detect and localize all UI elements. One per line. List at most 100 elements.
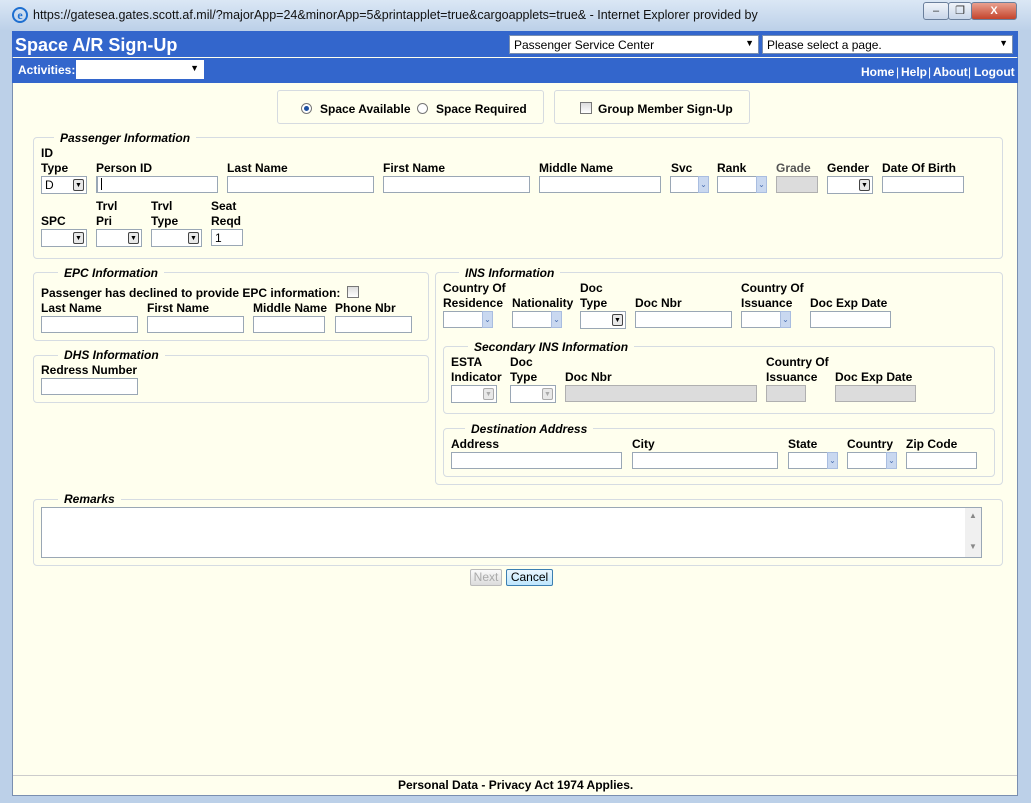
dob-label: Date Of Birth <box>882 161 957 175</box>
epc-first-name-input[interactable] <box>147 316 244 333</box>
doc-type-select[interactable]: ▼ <box>580 311 626 329</box>
trvl-type-label: Trvl Type <box>151 199 179 228</box>
country-select[interactable]: ⌄ <box>847 452 897 469</box>
grade-input <box>776 176 818 193</box>
svc-select[interactable]: ⌄ <box>670 176 709 193</box>
ie-icon: e <box>12 7 28 23</box>
residence-select[interactable]: ⌄ <box>443 311 493 328</box>
state-select[interactable]: ⌄ <box>788 452 838 469</box>
cancel-button[interactable]: Cancel <box>506 569 553 586</box>
scroll-down-icon: ▼ <box>969 542 977 551</box>
chevron-down-icon: ⌄ <box>698 176 709 193</box>
space-required-radio[interactable] <box>417 103 428 114</box>
dhs-legend: DHS Information <box>58 348 165 362</box>
address-label: Address <box>451 437 500 451</box>
sec-doc-nbr-label: Doc Nbr <box>565 370 612 384</box>
dob-input[interactable] <box>882 176 964 193</box>
minimize-button[interactable]: – <box>923 2 949 20</box>
trvl-pri-select[interactable]: ▼ <box>96 229 142 247</box>
chevron-down-icon: ▼ <box>188 232 199 244</box>
chevron-down-icon: ⌄ <box>756 176 767 193</box>
grade-label: Grade <box>776 161 811 175</box>
chevron-down-icon: ▼ <box>612 314 623 326</box>
epc-middle-name-input[interactable] <box>253 316 325 333</box>
middle-name-label: Middle Name <box>539 161 614 175</box>
activities-select[interactable]: ▼ <box>76 60 204 79</box>
rank-select[interactable]: ⌄ <box>717 176 767 193</box>
spc-label: SPC <box>41 214 66 228</box>
residence-label: Country Of Residence <box>443 281 506 310</box>
remarks-legend: Remarks <box>58 492 121 506</box>
nav-separator: | <box>896 65 900 79</box>
epc-phone-input[interactable] <box>335 316 412 333</box>
group-member-checkbox[interactable] <box>580 102 592 114</box>
trvl-type-select[interactable]: ▼ <box>151 229 202 247</box>
chevron-down-icon: ▼ <box>859 179 870 191</box>
doc-type-label: Doc Type <box>580 281 608 310</box>
gender-select[interactable]: ▼ <box>827 176 873 194</box>
page-select[interactable]: Please select a page. ▼ <box>762 35 1013 54</box>
country-label: Country <box>847 437 893 451</box>
doc-nbr-label: Doc Nbr <box>635 296 682 310</box>
trvl-pri-label: Trvl Pri <box>96 199 118 228</box>
doc-exp-input[interactable] <box>810 311 891 328</box>
window-title: https://gatesea.gates.scott.af.mil/?majo… <box>33 8 758 22</box>
epc-declined-label: Passenger has declined to provide EPC in… <box>41 286 341 300</box>
person-id-label: Person ID <box>96 161 153 175</box>
location-select-value: Passenger Service Center <box>514 38 655 52</box>
space-required-label: Space Required <box>436 102 527 116</box>
next-button[interactable]: Next <box>470 569 502 586</box>
epc-last-name-input[interactable] <box>41 316 138 333</box>
nav-separator: | <box>968 65 972 79</box>
zip-input[interactable] <box>906 452 977 469</box>
space-available-radio[interactable] <box>301 103 312 114</box>
redress-label: Redress Number <box>41 363 138 377</box>
sec-doc-exp-input <box>835 385 916 402</box>
sec-doc-nbr-input <box>565 385 757 402</box>
issuance-select[interactable]: ⌄ <box>741 311 791 328</box>
epc-legend: EPC Information <box>58 266 165 280</box>
nav-separator: | <box>928 65 932 79</box>
sec-issuance-input <box>766 385 806 402</box>
app-title: Space A/R Sign-Up <box>15 35 178 55</box>
spc-select[interactable]: ▼ <box>41 229 87 247</box>
gender-label: Gender <box>827 161 870 175</box>
seat-reqd-input[interactable]: 1 <box>211 229 243 246</box>
remarks-scrollbar[interactable]: ▲ ▼ <box>965 508 981 557</box>
about-link[interactable]: About <box>933 65 968 79</box>
city-input[interactable] <box>632 452 778 469</box>
epc-first-name-label: First Name <box>147 301 210 315</box>
remarks-textarea[interactable] <box>41 507 982 558</box>
home-link[interactable]: Home <box>861 65 894 79</box>
first-name-input[interactable] <box>383 176 530 193</box>
logout-link[interactable]: Logout <box>974 65 1015 79</box>
activities-label: Activities: <box>18 63 76 77</box>
space-available-label: Space Available <box>320 102 411 116</box>
chevron-down-icon: ▼ <box>190 63 199 73</box>
chevron-down-icon: ▼ <box>73 179 84 191</box>
destination-legend: Destination Address <box>465 422 594 436</box>
person-id-input[interactable] <box>96 176 218 193</box>
nationality-label: Nationality <box>512 296 574 310</box>
redress-input[interactable] <box>41 378 138 395</box>
ins-legend: INS Information <box>459 266 561 280</box>
seat-reqd-label: Seat Reqd <box>211 199 241 228</box>
footer-divider <box>13 775 1017 776</box>
address-input[interactable] <box>451 452 622 469</box>
epc-declined-checkbox[interactable] <box>347 286 359 298</box>
doc-nbr-input[interactable] <box>635 311 732 328</box>
middle-name-input[interactable] <box>539 176 661 193</box>
restore-button[interactable]: ❐ <box>948 2 972 20</box>
last-name-input[interactable] <box>227 176 374 193</box>
chevron-down-icon: ▼ <box>483 388 494 400</box>
help-link[interactable]: Help <box>901 65 927 79</box>
sec-doc-type-label: Doc Type <box>510 355 538 384</box>
close-button[interactable]: X <box>971 2 1017 20</box>
state-label: State <box>788 437 818 451</box>
epc-phone-label: Phone Nbr <box>335 301 396 315</box>
location-select[interactable]: Passenger Service Center ▼ <box>509 35 759 54</box>
epc-last-name-label: Last Name <box>41 301 102 315</box>
id-type-select[interactable]: D ▼ <box>41 176 87 194</box>
nationality-select[interactable]: ⌄ <box>512 311 562 328</box>
esta-select: ▼ <box>451 385 497 403</box>
